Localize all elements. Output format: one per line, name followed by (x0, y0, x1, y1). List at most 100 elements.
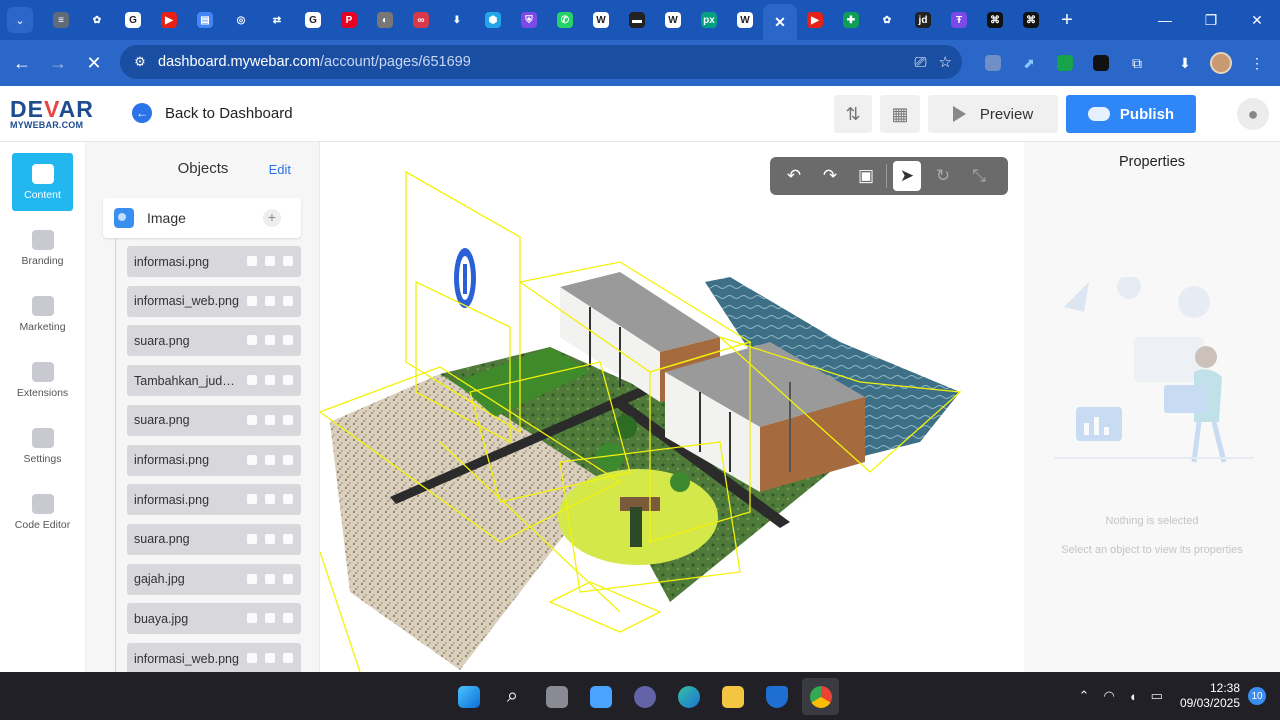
browser-tab[interactable]: ≡ (43, 4, 79, 36)
browser-tab[interactable]: jd (905, 4, 941, 36)
back-to-dashboard-link[interactable]: ← Back to Dashboard (132, 103, 293, 123)
bookmark-star-icon[interactable]: ☆ (939, 53, 952, 71)
visibility-icon[interactable] (247, 375, 257, 386)
profile-avatar[interactable] (1203, 45, 1239, 81)
restore-icon[interactable]: ❐ (1188, 0, 1234, 40)
redo-icon[interactable]: ↷ (812, 161, 848, 191)
wifi-icon[interactable]: ◠ (1103, 688, 1114, 704)
object-row[interactable]: informasi_web.png (127, 285, 301, 317)
browser-tab[interactable]: ✚ (833, 4, 869, 36)
preview-button[interactable]: Preview (928, 95, 1058, 133)
delete-icon[interactable] (265, 613, 275, 624)
duplicate-icon[interactable] (283, 295, 293, 306)
object-row[interactable]: Tambahkan_judul.png (127, 365, 301, 397)
objects-edit-link[interactable]: Edit (269, 162, 291, 177)
qr-code-button[interactable]: ▦ (880, 95, 920, 133)
visibility-icon[interactable] (247, 573, 257, 584)
browser-tab[interactable]: px (691, 4, 727, 36)
notification-badge[interactable]: 10 (1248, 687, 1266, 705)
delete-icon[interactable] (265, 335, 275, 346)
record-extension-icon[interactable] (1047, 45, 1083, 81)
browser-tab[interactable]: ⇄ (259, 4, 295, 36)
nav-marketing[interactable]: Marketing (12, 285, 73, 343)
user-avatar-icon[interactable]: ● (1237, 98, 1269, 130)
windows-start-icon[interactable] (450, 678, 487, 715)
object-row[interactable]: suara.png (127, 404, 301, 436)
browser-tab[interactable]: G (115, 4, 151, 36)
browser-tab[interactable]: ▶ (151, 4, 187, 36)
nav-code-editor[interactable]: Code Editor (12, 483, 73, 541)
omnibox[interactable]: ⚙ dashboard.mywebar.com/account/pages/65… (120, 45, 962, 79)
browser-tab[interactable]: Ŧ (941, 4, 977, 36)
object-row[interactable]: informasi_web.png (127, 643, 301, 672)
close-icon[interactable]: ✕ (772, 14, 788, 30)
duplicate-icon[interactable] (283, 414, 293, 425)
translate-extension-icon[interactable] (975, 45, 1011, 81)
browser-tab[interactable]: W (727, 4, 763, 36)
scale-icon[interactable]: ⤡ (961, 161, 997, 191)
nav-extensions[interactable]: Extensions (12, 351, 73, 409)
scene-viewport[interactable] (320, 142, 1024, 672)
delete-icon[interactable] (265, 414, 275, 425)
browser-tab[interactable]: W (655, 4, 691, 36)
duplicate-icon[interactable] (283, 573, 293, 584)
visibility-icon[interactable] (247, 613, 257, 624)
browser-tab[interactable]: ◐ (367, 4, 403, 36)
rotate-icon[interactable]: ↻ (925, 161, 961, 191)
delete-icon[interactable] (265, 573, 275, 584)
browser-tab[interactable]: ⛨ (511, 4, 547, 36)
browser-tab[interactable]: ▶ (797, 4, 833, 36)
duplicate-icon[interactable] (283, 653, 293, 663)
object-row[interactable]: informasi.png (127, 444, 301, 476)
tray-chevron-icon[interactable]: ⌃ (1079, 688, 1090, 704)
delete-icon[interactable] (265, 375, 275, 386)
browser-tab[interactable]: ✿ (79, 4, 115, 36)
mywebar-logo[interactable]: DEVAR MYWEBAR.COM (10, 98, 94, 131)
forward-arrow-icon[interactable]: → (40, 45, 76, 81)
url-text[interactable]: dashboard.mywebar.com/account/pages/6516… (158, 54, 471, 70)
visibility-icon[interactable] (247, 494, 257, 505)
object-row[interactable]: buaya.jpg (127, 603, 301, 635)
battery-icon[interactable]: ▭ (1151, 688, 1163, 704)
delete-icon[interactable] (265, 295, 275, 306)
widgets-icon[interactable] (582, 678, 619, 715)
browser-tab[interactable]: ✆ (547, 4, 583, 36)
browser-menu-icon[interactable]: ⋮ (1239, 45, 1275, 81)
install-app-icon[interactable]: ⎚ (915, 54, 927, 71)
sort-arrows-button[interactable]: ⇅ (834, 95, 872, 133)
image-group[interactable]: Image + (103, 198, 301, 238)
browser-tab[interactable]: W (583, 4, 619, 36)
browser-tab[interactable]: ∞ (403, 4, 439, 36)
browser-tab[interactable]: ⌘ (1013, 4, 1049, 36)
search-icon[interactable]: ⌕ (494, 678, 531, 715)
visibility-icon[interactable] (247, 653, 257, 663)
browser-tab[interactable]: ◎ (223, 4, 259, 36)
delete-icon[interactable] (265, 653, 275, 663)
visibility-icon[interactable] (247, 256, 257, 266)
browser-tab[interactable]: P (331, 4, 367, 36)
new-tab-button[interactable]: + (1053, 9, 1081, 32)
browser-tab[interactable]: G (295, 4, 331, 36)
object-row[interactable]: suara.png (127, 523, 301, 555)
stop-loading-icon[interactable]: ✕ (76, 45, 112, 81)
duplicate-icon[interactable] (283, 613, 293, 624)
minimize-icon[interactable]: — (1142, 0, 1188, 40)
visibility-icon[interactable] (247, 295, 257, 306)
browser-tab[interactable]: ✕ (763, 4, 797, 40)
nav-content[interactable]: Content (12, 153, 73, 211)
browser-tab[interactable]: ✿ (869, 4, 905, 36)
clock[interactable]: 12:38 09/03/2025 (1180, 681, 1240, 711)
defender-icon[interactable] (758, 678, 795, 715)
arc-extension-icon[interactable]: ⬈ (1011, 45, 1047, 81)
add-image-button[interactable]: + (263, 209, 281, 227)
shield-extension-icon[interactable] (1083, 45, 1119, 81)
visibility-icon[interactable] (247, 414, 257, 425)
browser-tab[interactable]: ⌘ (977, 4, 1013, 36)
object-row[interactable]: informasi.png (127, 484, 301, 516)
visibility-icon[interactable] (247, 454, 257, 465)
nav-branding[interactable]: Branding (12, 219, 73, 277)
visibility-icon[interactable] (247, 335, 257, 346)
duplicate-icon[interactable] (283, 256, 293, 266)
back-arrow-icon[interactable]: ← (4, 45, 40, 81)
task-view-icon[interactable] (538, 678, 575, 715)
